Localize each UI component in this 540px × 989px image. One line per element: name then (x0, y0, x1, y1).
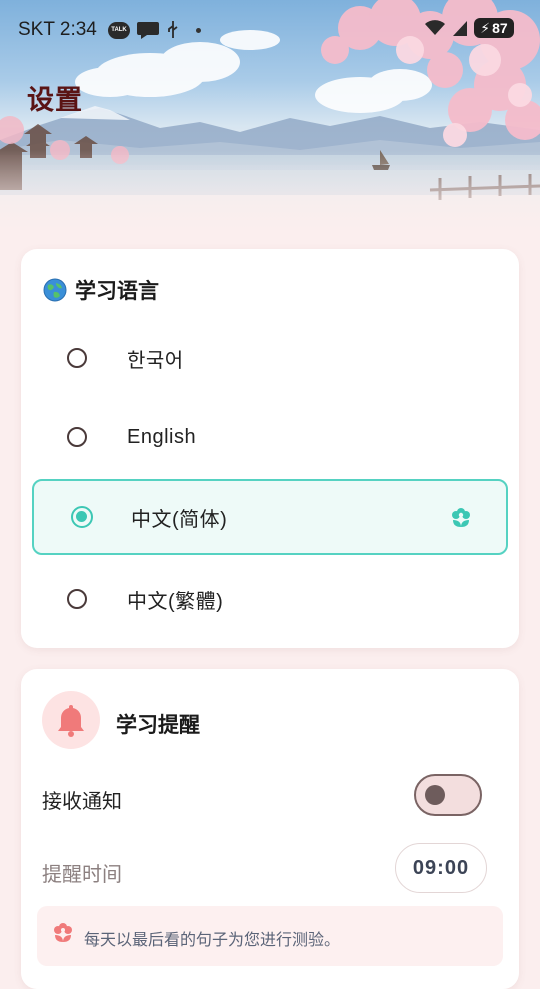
chat-bubble-icon (137, 22, 159, 39)
language-option-label: 中文(简体) (131, 508, 228, 531)
status-carrier-time: SKT 2:34 (18, 19, 97, 41)
status-notification-icons: TALK (108, 20, 201, 40)
radio-chinese-traditional[interactable] (67, 589, 87, 609)
bell-icon-badge (42, 691, 100, 749)
radio-english[interactable] (67, 427, 87, 447)
language-option-chinese-simplified[interactable]: 中文(简体) (32, 479, 508, 555)
bell-icon (58, 705, 84, 737)
page-title: 设置 (27, 85, 83, 115)
language-card-header: 学习语言 (42, 275, 159, 305)
reminder-time-label: 提醒时间 (42, 864, 122, 886)
language-card: 学习语言 한국어 English 中文(简体) 中文(繁體) (21, 249, 519, 648)
status-system-icons: ⚡ 87 (424, 18, 514, 38)
header-fade (0, 150, 540, 230)
usb-icon (168, 21, 178, 38)
clock: 2:34 (59, 19, 97, 40)
talk-icon: TALK (108, 21, 130, 39)
globe-icon (43, 278, 67, 302)
carrier-label: SKT (18, 19, 55, 40)
language-option-korean[interactable]: 한국어 (32, 320, 508, 396)
notification-toggle[interactable] (414, 774, 482, 816)
more-notifications-dot (196, 27, 201, 33)
battery-level: 87 (492, 20, 508, 36)
language-card-title: 学习语言 (75, 280, 159, 303)
reminder-card-title: 学习提醒 (116, 714, 200, 737)
reminder-note-text: 每天以最后看的句子为您进行测验。 (84, 932, 341, 949)
notification-label: 接收通知 (42, 791, 122, 813)
flower-icon (54, 923, 72, 942)
language-option-label: 한국어 (127, 349, 184, 372)
reminder-note: 每天以最后看的句子为您进行测验。 (37, 906, 503, 966)
reminder-time-value: 09:00 (412, 856, 470, 879)
reminder-card: 学习提醒 接收通知 提醒时间 09:00 每天以最后看的句子为您进行测验。 (21, 669, 519, 989)
language-option-english[interactable]: English (32, 399, 508, 475)
battery-indicator: ⚡ 87 (474, 18, 514, 38)
language-option-chinese-traditional[interactable]: 中文(繁體) (32, 561, 508, 637)
language-option-label: 中文(繁體) (127, 590, 224, 613)
status-bar: SKT 2:34 TALK ⚡ 87 (0, 0, 540, 58)
toggle-knob (425, 785, 445, 805)
charging-bolt-icon: ⚡ (480, 19, 491, 36)
wifi-icon (425, 20, 445, 35)
reminder-time-button[interactable]: 09:00 (395, 843, 487, 893)
language-option-label: English (127, 425, 197, 448)
signal-icon (453, 21, 467, 36)
flower-icon (452, 508, 470, 527)
radio-korean[interactable] (67, 348, 87, 368)
radio-chinese-simplified[interactable] (71, 506, 93, 528)
